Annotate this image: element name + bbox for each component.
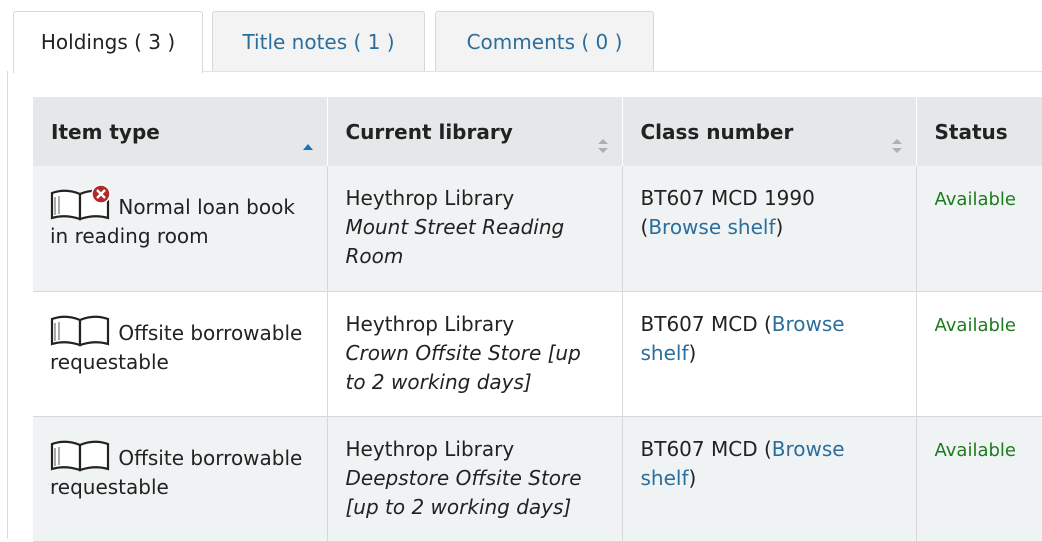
class-number-cell: BT607 MCD (Browse shelf) — [622, 416, 917, 542]
status-cell: Available — [916, 416, 1042, 542]
item-type-cell: Normal loan book in reading room — [33, 166, 328, 292]
book-not-for-loan-icon — [50, 184, 112, 222]
class-number-suffix: ) — [688, 465, 697, 490]
book-icon — [50, 310, 112, 348]
table-row: Normal loan book in reading room Heythro… — [33, 166, 1042, 292]
class-number: BT607 MCD ( — [640, 436, 772, 461]
class-number-suffix: ) — [688, 340, 697, 365]
tab-comments[interactable]: Comments ( 0 ) — [435, 11, 654, 71]
column-header-current-library[interactable]: Current library — [327, 97, 623, 166]
book-icon — [50, 435, 112, 473]
sort-ascending-icon — [302, 144, 313, 150]
shelving-location: Crown Offsite Store [up to 2 working day… — [345, 340, 581, 394]
column-header-status[interactable]: Status — [916, 97, 1042, 166]
shelving-location: Mount Street Reading Room — [345, 215, 565, 268]
holdings-table: Item type Current library Class number S… — [33, 97, 1042, 542]
status-cell: Available — [916, 291, 1042, 417]
shelving-location: Deepstore Offsite Store [up to 2 working… — [345, 465, 582, 519]
table-row: Offsite borrowable requestable Heythrop … — [33, 291, 1042, 417]
tabs-divider — [202, 71, 1042, 72]
item-type-cell: Offsite borrowable requestable — [33, 416, 328, 542]
column-header-label: Item type — [51, 119, 160, 144]
class-number: BT607 MCD ( — [640, 311, 772, 336]
library-name: Heythrop Library — [345, 311, 515, 336]
column-header-item-type[interactable]: Item type — [33, 97, 328, 166]
library-name: Heythrop Library — [345, 436, 515, 461]
library-cell: Heythrop Library Mount Street Reading Ro… — [327, 166, 623, 292]
class-number-suffix: ) — [775, 215, 784, 239]
sort-both-icon — [891, 139, 902, 153]
tab-title-notes[interactable]: Title notes ( 1 ) — [212, 11, 425, 71]
status-badge: Available — [934, 439, 1016, 461]
class-number-cell: BT607 MCD 1990 (Browse shelf) — [622, 166, 917, 292]
sort-both-icon — [597, 139, 608, 153]
column-header-label: Status — [934, 119, 1008, 144]
table-header-row: Item type Current library Class number S… — [33, 97, 1042, 166]
status-badge: Available — [934, 189, 1016, 210]
column-header-label: Current library — [345, 119, 513, 144]
library-name: Heythrop Library — [345, 186, 515, 210]
table-row: Offsite borrowable requestable Heythrop … — [33, 416, 1042, 542]
column-header-label: Class number — [640, 119, 794, 144]
class-number-cell: BT607 MCD (Browse shelf) — [622, 291, 917, 417]
status-badge: Available — [934, 314, 1016, 336]
column-header-class-number[interactable]: Class number — [622, 97, 917, 166]
library-cell: Heythrop Library Crown Offsite Store [up… — [327, 291, 623, 417]
item-type-cell: Offsite borrowable requestable — [33, 291, 328, 417]
content-left-border — [7, 71, 8, 539]
browse-shelf-link[interactable]: Browse shelf — [648, 215, 775, 239]
status-cell: Available — [916, 166, 1042, 292]
tab-holdings[interactable]: Holdings ( 3 ) — [13, 11, 203, 73]
library-cell: Heythrop Library Deepstore Offsite Store… — [327, 416, 623, 542]
